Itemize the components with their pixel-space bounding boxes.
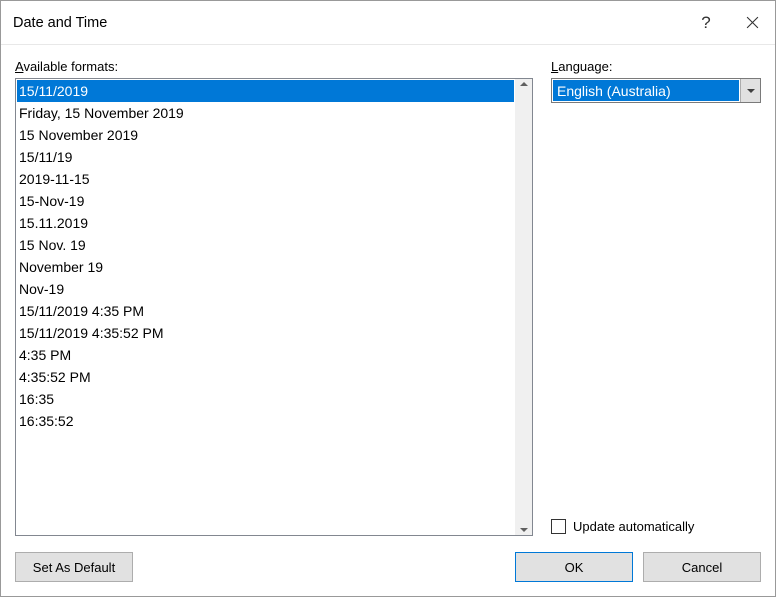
list-item[interactable]: November 19: [17, 256, 514, 278]
list-item[interactable]: 15.11.2019: [17, 212, 514, 234]
dialog-content: Available formats: 15/11/2019Friday, 15 …: [1, 45, 775, 542]
formats-section: Available formats: 15/11/2019Friday, 15 …: [15, 59, 533, 536]
list-item[interactable]: 15/11/19: [17, 146, 514, 168]
list-item[interactable]: 16:35:52: [17, 410, 514, 432]
scroll-down-icon: [520, 528, 528, 532]
list-item[interactable]: 2019-11-15: [17, 168, 514, 190]
window-title: Date and Time: [13, 15, 107, 31]
list-item[interactable]: 15 November 2019: [17, 124, 514, 146]
close-button[interactable]: [729, 1, 775, 45]
language-selected-value: English (Australia): [552, 79, 740, 102]
language-combobox[interactable]: English (Australia): [551, 78, 761, 103]
dialog-footer: Set As Default OK Cancel: [1, 542, 775, 596]
formats-listbox[interactable]: 15/11/2019Friday, 15 November 201915 Nov…: [15, 78, 533, 536]
ok-button[interactable]: OK: [515, 552, 633, 582]
list-item[interactable]: 15/11/2019 4:35 PM: [17, 300, 514, 322]
cancel-button[interactable]: Cancel: [643, 552, 761, 582]
help-button[interactable]: ?: [683, 1, 729, 45]
list-item[interactable]: Nov-19: [17, 278, 514, 300]
set-as-default-button[interactable]: Set As Default: [15, 552, 133, 582]
dialog-date-and-time: Date and Time ? Available formats: 15/11…: [0, 0, 776, 597]
formats-scrollbar[interactable]: [515, 79, 532, 535]
formats-list-viewport: 15/11/2019Friday, 15 November 201915 Nov…: [16, 79, 515, 535]
titlebar: Date and Time ?: [1, 1, 775, 45]
options-section: Language: English (Australia) Update aut…: [551, 59, 761, 536]
language-dropdown-button[interactable]: [740, 79, 760, 102]
list-item[interactable]: Friday, 15 November 2019: [17, 102, 514, 124]
list-item[interactable]: 16:35: [17, 388, 514, 410]
list-item[interactable]: 15/11/2019 4:35:52 PM: [17, 322, 514, 344]
available-formats-label: Available formats:: [15, 59, 533, 74]
list-item[interactable]: 4:35 PM: [17, 344, 514, 366]
list-item[interactable]: 15-Nov-19: [17, 190, 514, 212]
list-item[interactable]: 15 Nov. 19: [17, 234, 514, 256]
language-label: Language:: [551, 59, 761, 74]
update-automatically-label: Update automatically: [573, 519, 694, 534]
checkbox-box-icon: [551, 519, 566, 534]
help-icon: ?: [701, 13, 710, 33]
update-automatically-checkbox[interactable]: Update automatically: [551, 519, 761, 534]
scroll-up-icon: [520, 82, 528, 86]
list-item[interactable]: 15/11/2019: [17, 80, 514, 102]
chevron-down-icon: [747, 89, 755, 93]
close-icon: [746, 16, 759, 29]
list-item[interactable]: 4:35:52 PM: [17, 366, 514, 388]
